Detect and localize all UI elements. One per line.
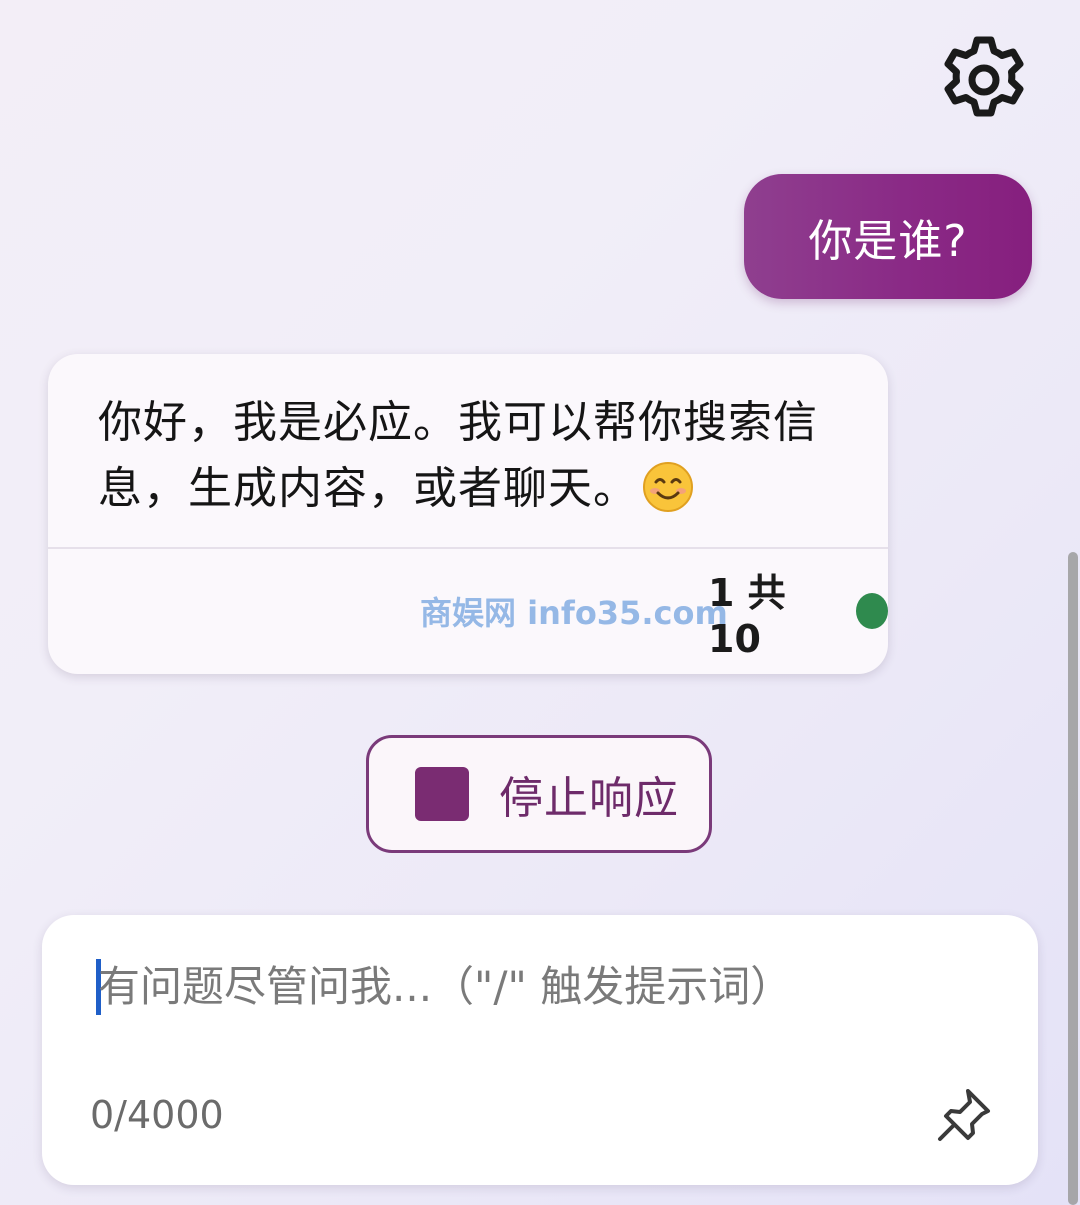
user-message-bubble: 你是谁? bbox=[744, 174, 1032, 299]
response-counter: 1 共 10 bbox=[708, 571, 888, 661]
settings-button[interactable] bbox=[938, 34, 1030, 126]
status-dot-icon bbox=[855, 593, 888, 629]
scrollbar[interactable] bbox=[1068, 552, 1078, 1205]
bot-message-text: 你好，我是必应。我可以帮你搜索信息，生成内容，或者聊天。 bbox=[98, 397, 818, 514]
bubble-divider bbox=[48, 547, 888, 549]
stop-responding-button[interactable]: 停止响应 bbox=[366, 735, 712, 853]
stop-responding-label: 停止响应 bbox=[499, 773, 679, 824]
stop-square-icon bbox=[415, 767, 469, 821]
composer-panel: 0/4000 bbox=[42, 915, 1038, 1185]
bot-message: 你好，我是必应。我可以帮你搜索信息，生成内容，或者聊天。 bbox=[98, 390, 858, 522]
chat-input[interactable] bbox=[98, 951, 978, 1021]
smiling-face-icon bbox=[643, 462, 693, 512]
gear-icon bbox=[944, 36, 1024, 117]
user-message-text: 你是谁? bbox=[808, 215, 968, 267]
pin-icon bbox=[938, 1089, 990, 1141]
character-counter: 0/4000 bbox=[90, 1093, 224, 1137]
watermark: 商娱网 info35.com bbox=[420, 594, 728, 632]
pin-button[interactable] bbox=[932, 1085, 994, 1147]
